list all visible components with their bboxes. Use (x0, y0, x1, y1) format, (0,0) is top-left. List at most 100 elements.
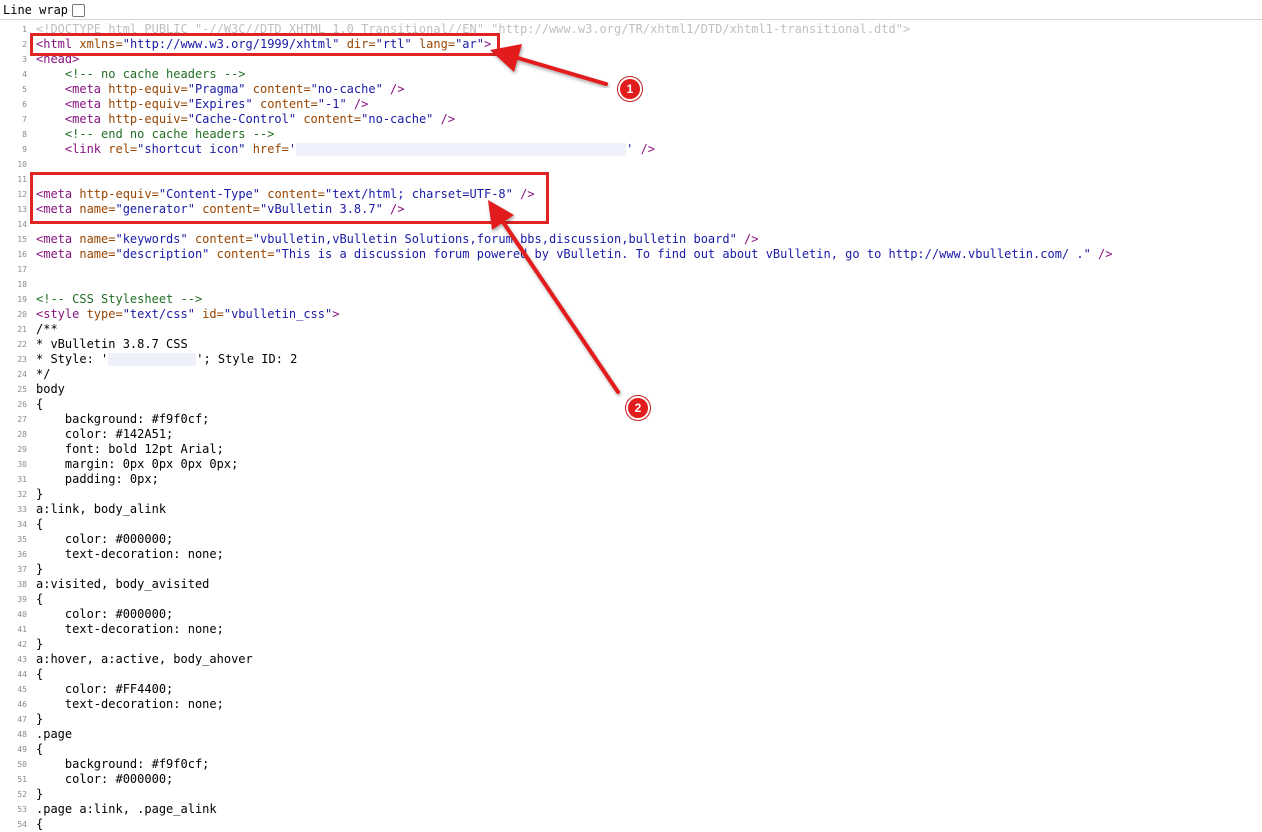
code-token: a:visited, body_avisited (36, 577, 210, 591)
code-token: /> (1090, 247, 1113, 261)
line-number: 48 (17, 730, 27, 739)
code-line: 8 <!-- end no cache headers --> (0, 127, 1262, 142)
line-number: 21 (17, 325, 27, 334)
code-token: "text/html; charset=UTF-8" (325, 187, 513, 201)
line-text: } (36, 487, 43, 502)
code-token: /> (382, 202, 405, 216)
code-token: <meta (36, 97, 109, 111)
code-token: "ar" (455, 37, 484, 51)
code-line: 42} (0, 637, 1262, 652)
code-token: "This is a discussion forum powered by v… (274, 247, 1091, 261)
redacted-text (296, 143, 627, 156)
code-line: 39 { (0, 592, 1262, 607)
code-token: content= (209, 247, 275, 261)
code-line: 43 a:hover, a:active, body_ahover (0, 652, 1262, 667)
code-token: color: #142A51; (36, 427, 174, 441)
line-number: 34 (17, 520, 27, 529)
line-text: /** (36, 322, 58, 337)
code-token: http-equiv= (108, 82, 188, 96)
code-line: 20 <style type="text/css" id="vbulletin_c… (0, 307, 1262, 322)
line-text: { (36, 397, 43, 412)
code-token: /> (633, 142, 656, 156)
line-text: color: #FF4400; (36, 682, 173, 697)
code-token: } (36, 562, 44, 576)
line-number: 30 (17, 460, 27, 469)
code-token: text-decoration: none; (36, 622, 224, 636)
code-token: } (36, 487, 44, 501)
code-token: http-equiv= (79, 187, 159, 201)
line-text: <html xmlns="http://www.w3.org/1999/xhtm… (36, 37, 491, 52)
code-token: "description" (115, 247, 210, 261)
code-token: "http://www.w3.org/1999/xhtml" (122, 37, 340, 51)
code-token: name= (79, 247, 116, 261)
code-token: <!-- no cache headers --> (36, 67, 246, 81)
line-text: { (36, 517, 43, 532)
redacted-text (108, 353, 197, 366)
code-token: color: #000000; (36, 532, 174, 546)
code-line: 12 <meta http-equiv="Content-Type" conten… (0, 187, 1262, 202)
line-text: { (36, 817, 43, 832)
code-line: 36 text-decoration: none; (0, 547, 1262, 562)
code-token: background: #f9f0cf; (36, 412, 210, 426)
code-token: a:hover, a:active, body_ahover (36, 652, 253, 666)
code-token: name= (79, 202, 116, 216)
code-line: 45 color: #FF4400; (0, 682, 1262, 697)
code-token: color: #000000; (36, 607, 174, 621)
code-token: /> (433, 112, 456, 126)
line-number: 43 (17, 655, 27, 664)
line-number: 7 (22, 115, 27, 124)
line-text: * vBulletin 3.8.7 CSS (36, 337, 188, 352)
code-token: "keywords" (115, 232, 188, 246)
line-text: text-decoration: none; (36, 622, 224, 637)
code-token: "vBulletin 3.8.7" (260, 202, 383, 216)
line-number: 27 (17, 415, 27, 424)
code-token: } (36, 787, 44, 801)
line-number: 37 (17, 565, 27, 574)
code-token: <meta (36, 232, 80, 246)
line-number: 41 (17, 625, 27, 634)
code-line: 30 margin: 0px 0px 0px 0px; (0, 457, 1262, 472)
code-token: a:link, body_alink (36, 502, 167, 516)
code-token: "generator" (115, 202, 195, 216)
line-number: 23 (17, 355, 27, 364)
code-token: lang= (411, 37, 456, 51)
line-text: <!-- CSS Stylesheet --> (36, 292, 202, 307)
code-line: 2 <html xmlns="http://www.w3.org/1999/xht… (0, 37, 1262, 52)
line-number: 9 (22, 145, 27, 154)
code-token: <link (36, 142, 109, 156)
code-line: 1 <!DOCTYPE html PUBLIC "-//W3C//DTD XHTM… (0, 22, 1262, 37)
code-token: '; Style ID: 2 (196, 352, 298, 366)
code-token: "Expires" (187, 97, 253, 111)
line-number: 24 (17, 370, 27, 379)
line-number: 40 (17, 610, 27, 619)
line-number: 5 (22, 85, 27, 94)
code-token: <head> (36, 52, 80, 66)
line-text: background: #f9f0cf; (36, 412, 210, 427)
line-text: * Style: ' '; Style ID: 2 (36, 352, 297, 367)
code-token: xmlns= (79, 37, 123, 51)
code-line: 44 { (0, 667, 1262, 682)
line-text: <head> (36, 52, 79, 67)
line-wrap-checkbox[interactable] (72, 3, 86, 17)
line-text: a:hover, a:active, body_ahover (36, 652, 253, 667)
code-token: * Style: ' (36, 352, 109, 366)
line-number: 16 (17, 250, 27, 259)
line-text: <!-- end no cache headers --> (36, 127, 275, 142)
code-token: "rtl" (375, 37, 412, 51)
line-text: <meta http-equiv="Expires" content="-1" … (36, 97, 369, 112)
source-view-toolbar: Line wrap (0, 0, 1262, 20)
code-line: 14 (0, 217, 1262, 232)
line-number: 29 (17, 445, 27, 454)
line-wrap-toggle[interactable]: Line wrap (3, 2, 86, 18)
code-token: */ (36, 367, 51, 381)
code-token: "vbulletin,vBulletin Solutions,forum,bbs… (252, 232, 737, 246)
line-text: } (36, 787, 43, 802)
line-number: 44 (17, 670, 27, 679)
line-text: a:visited, body_avisited (36, 577, 209, 592)
code-token: { (36, 817, 44, 831)
line-text: text-decoration: none; (36, 547, 224, 562)
line-text: color: #000000; (36, 532, 173, 547)
line-number: 53 (17, 805, 27, 814)
code-token: { (36, 517, 44, 531)
code-token: /> (382, 82, 405, 96)
